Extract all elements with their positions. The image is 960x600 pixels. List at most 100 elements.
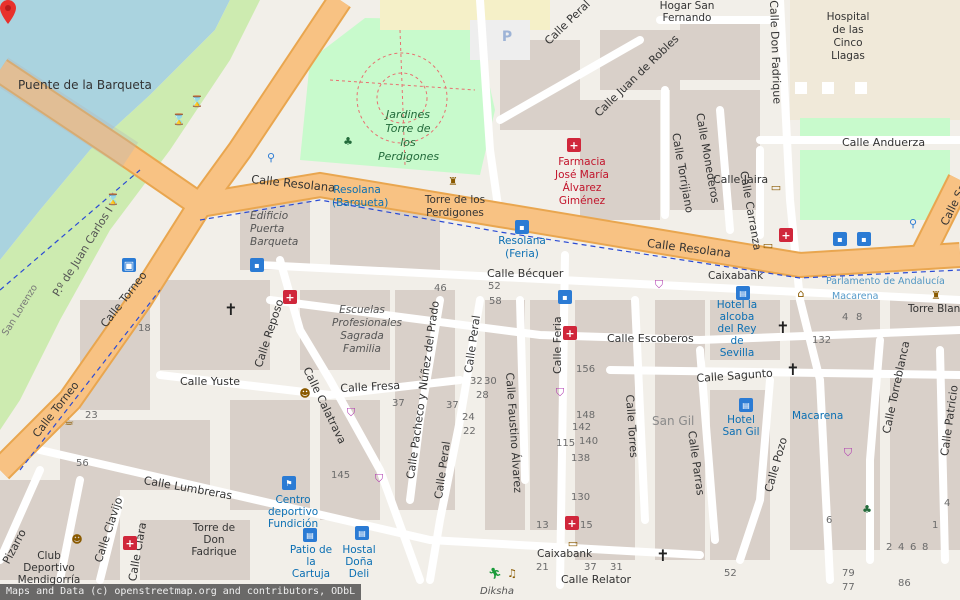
bus-stop-label: Resolana (Barqueta) xyxy=(332,184,389,209)
house-number: 15 xyxy=(580,520,593,531)
house-number: 32 xyxy=(470,376,483,387)
house-number: 4 xyxy=(898,542,905,553)
bus-stop-icon[interactable]: ▪ xyxy=(250,258,264,272)
house-number: 115 xyxy=(556,438,576,449)
bus-stop-label: Macarena xyxy=(832,291,879,302)
bus-stop-icon[interactable]: ▪ xyxy=(558,290,572,304)
house-number: 31 xyxy=(610,562,623,573)
hotel-label: Hotel la alcoba del Rey de Sevilla xyxy=(716,299,758,359)
house-number: 24 xyxy=(462,412,475,423)
pharmacy-label: Farmacia José María Álvarez Giménez xyxy=(555,156,609,207)
restaurant-icon[interactable]: ⌛ xyxy=(190,94,204,108)
theatre-icon[interactable]: ☻ xyxy=(298,386,312,400)
bank-icon[interactable]: ▭ xyxy=(566,536,580,550)
house-number: 86 xyxy=(898,578,911,589)
shop-icon[interactable]: ⛉ xyxy=(652,278,666,292)
hotel-icon[interactable]: ▤ xyxy=(303,528,317,542)
house-number: 138 xyxy=(571,453,591,464)
bank-label: Caixabank xyxy=(708,270,764,282)
street-label: Calle Anduerza xyxy=(842,136,926,149)
house-number: 4 xyxy=(944,498,951,509)
sports-icon[interactable]: 🏃︎ xyxy=(488,566,502,580)
parking-icon: P xyxy=(501,29,513,45)
house-number: 56 xyxy=(76,458,89,469)
house-number: 58 xyxy=(489,296,502,307)
house-number: 18 xyxy=(138,323,151,334)
sports-icon[interactable]: ⚑ xyxy=(282,476,296,490)
house-number: 30 xyxy=(484,376,497,387)
attribution[interactable]: Maps and Data (c) openstreetmap.org and … xyxy=(0,584,362,600)
pharmacy-icon[interactable]: + xyxy=(779,228,793,242)
map-pin-icon[interactable] xyxy=(0,0,16,24)
hotel-icon[interactable]: ▤ xyxy=(739,398,753,412)
restaurant-icon[interactable]: ⌛ xyxy=(172,112,186,126)
pharmacy-icon[interactable]: + xyxy=(283,290,297,304)
pharmacy-icon[interactable]: + xyxy=(123,536,137,550)
place-label: Escuelas Profesionales Sagrada Familia xyxy=(332,304,402,355)
hospital-fountains xyxy=(795,82,867,94)
shop-icon[interactable]: ⛉ xyxy=(841,446,855,460)
church-icon[interactable]: ✝ xyxy=(656,546,670,565)
bank-label: Caixabank xyxy=(537,548,593,560)
house-number: 8 xyxy=(856,312,863,323)
pharmacy-icon[interactable]: + xyxy=(565,516,579,530)
gate-icon: ⌂ xyxy=(797,286,805,300)
place-label: Hospital de las Cinco Llagas xyxy=(826,11,870,62)
place-label: Diksha xyxy=(480,586,514,597)
neighbourhood-label: San Gil xyxy=(652,414,695,428)
music-icon[interactable]: ♫ xyxy=(505,566,519,580)
street-label: Puente de la Barqueta xyxy=(18,78,152,92)
bus-stop-icon[interactable]: ▣ xyxy=(122,258,136,272)
shop-icon[interactable]: ⛉ xyxy=(344,406,358,420)
house-number: 52 xyxy=(724,568,737,579)
hotel-label: Hostal Doña Deli xyxy=(342,544,376,580)
bank-icon[interactable]: ▭ xyxy=(769,180,783,194)
place-label: Torre de los Perdigones xyxy=(424,194,486,219)
church-icon[interactable]: ✝ xyxy=(786,360,800,379)
bank-icon[interactable]: ▭ xyxy=(761,238,775,252)
place-label: Club Deportivo Mendigorría xyxy=(17,550,81,586)
shop-icon[interactable]: ⛉ xyxy=(553,386,567,400)
house-number: 37 xyxy=(584,562,597,573)
bus-stop-icon[interactable]: ▪ xyxy=(857,232,871,246)
place-label: Edificio Puerta Barqueta xyxy=(250,210,299,248)
house-number: 77 xyxy=(842,582,855,593)
house-number: 13 xyxy=(536,520,549,531)
sports-label: Centro deportivo Fundición xyxy=(268,494,319,530)
house-number: 79 xyxy=(842,568,855,579)
shop-icon[interactable]: ⛉ xyxy=(372,472,386,486)
bus-stop-icon[interactable]: ▪ xyxy=(833,232,847,246)
house-number: 1 xyxy=(932,520,939,531)
house-number: 23 xyxy=(85,410,98,421)
house-number: 28 xyxy=(476,390,489,401)
house-number: 2 xyxy=(886,542,893,553)
hotel-icon[interactable]: ▤ xyxy=(736,286,750,300)
pharmacy-icon[interactable]: + xyxy=(563,326,577,340)
hotel-label: Hotel San Gil xyxy=(722,414,760,438)
theatre-icon[interactable]: ☻ xyxy=(70,532,84,546)
house-number: 4 xyxy=(842,312,849,323)
church-icon[interactable]: ✝ xyxy=(776,318,790,337)
place-label: Torre de Don Fadrique xyxy=(191,522,237,558)
pharmacy-icon[interactable]: + xyxy=(567,138,581,152)
bus-stop-label: Resolana (Feria) xyxy=(498,235,546,260)
bicycle-icon[interactable]: ⚲ xyxy=(264,150,278,164)
bus-stop-label: Parlamento de Andalucía xyxy=(826,276,945,287)
restaurant-icon[interactable]: ☕ xyxy=(62,414,76,428)
house-number: 52 xyxy=(488,281,501,292)
park-label: Jardines Torre de los Perdigones xyxy=(378,108,440,163)
hospital-block xyxy=(790,0,960,120)
map-canvas[interactable]: Calle Resolana Calle Resolana Calle Bécq… xyxy=(0,0,960,600)
street-label: Calle Feria xyxy=(551,316,564,374)
tree-icon: ♣ xyxy=(862,502,872,516)
house-number: 6 xyxy=(910,542,917,553)
hotel-icon[interactable]: ▤ xyxy=(355,526,369,540)
house-number: 46 xyxy=(434,283,447,294)
house-number: 148 xyxy=(576,410,596,421)
bus-stop-icon[interactable]: ▪ xyxy=(515,220,529,234)
church-icon[interactable]: ✝ xyxy=(224,300,238,319)
tree-icon: ♣ xyxy=(343,134,353,148)
bicycle-icon[interactable]: ⚲ xyxy=(906,216,920,230)
tower-icon: ♜ xyxy=(931,288,941,302)
restaurant-icon[interactable]: ⌛ xyxy=(106,192,120,206)
